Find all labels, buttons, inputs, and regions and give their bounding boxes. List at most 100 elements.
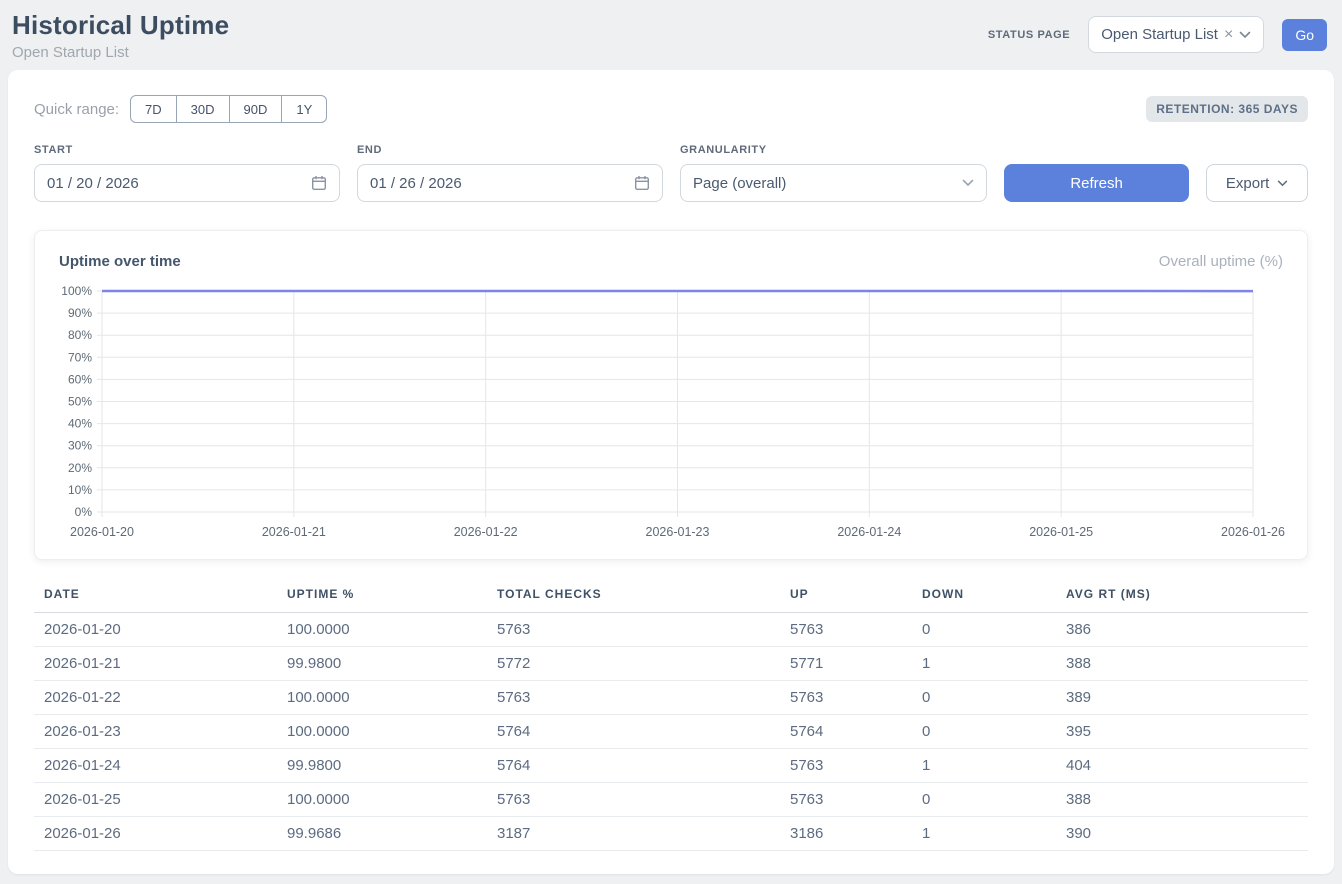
table-header: DATEUPTIME %TOTAL CHECKSUPDOWNAVG RT (MS… [34,583,1308,613]
quick-range-7d-button[interactable]: 7D [130,95,177,123]
start-date-input[interactable]: 01 / 20 / 2026 [34,164,340,202]
table-cell: 5763 [780,749,912,783]
table-cell: 5763 [780,783,912,817]
svg-text:2026-01-23: 2026-01-23 [646,525,710,539]
granularity-label: GRANULARITY [680,144,987,156]
svg-text:2026-01-22: 2026-01-22 [454,525,518,539]
end-date-value: 01 / 26 / 2026 [370,175,462,192]
table-cell: 5771 [780,647,912,681]
quick-range-1y-button[interactable]: 1Y [281,95,327,123]
export-button[interactable]: Export [1206,164,1308,202]
start-label: START [34,144,340,156]
granularity-value: Page (overall) [693,175,786,192]
table-cell: 3187 [487,817,780,851]
retention-badge: RETENTION: 365 DAYS [1146,96,1308,122]
table-row: 2026-01-2499.9800576457631404 [34,749,1308,783]
table-cell: 1 [912,817,1056,851]
table-cell: 2026-01-20 [34,613,277,647]
table-cell: 0 [912,715,1056,749]
table-cell: 5764 [487,715,780,749]
table-cell: 2026-01-26 [34,817,277,851]
status-page-value: Open Startup List [1101,26,1218,43]
quick-range-30d-button[interactable]: 30D [176,95,230,123]
calendar-icon[interactable] [311,175,327,191]
table-cell: 5763 [487,783,780,817]
table-cell: 5764 [780,715,912,749]
svg-text:2026-01-26: 2026-01-26 [1221,525,1285,539]
column-header: UPTIME % [277,583,487,613]
svg-text:50%: 50% [68,395,92,409]
table-cell: 404 [1056,749,1308,783]
table-cell: 388 [1056,783,1308,817]
clear-icon[interactable]: × [1224,27,1233,43]
svg-text:60%: 60% [68,372,92,386]
table-cell: 5763 [780,681,912,715]
quick-range-label: Quick range: [34,101,119,118]
chevron-down-icon [1277,180,1288,187]
chevron-down-icon [962,179,974,187]
table-cell: 386 [1056,613,1308,647]
page-title: Historical Uptime [12,10,229,41]
table-cell: 1 [912,749,1056,783]
quick-range-90d-button[interactable]: 90D [229,95,283,123]
table-cell: 388 [1056,647,1308,681]
svg-text:80%: 80% [68,328,92,342]
table-cell: 395 [1056,715,1308,749]
table-cell: 1 [912,647,1056,681]
table-cell: 99.9800 [277,647,487,681]
svg-text:100%: 100% [61,284,92,298]
start-date-field: START 01 / 20 / 2026 [34,144,340,202]
svg-text:20%: 20% [68,461,92,475]
table-row: 2026-01-23100.0000576457640395 [34,715,1308,749]
column-header: TOTAL CHECKS [487,583,780,613]
svg-text:30%: 30% [68,439,92,453]
end-date-input[interactable]: 01 / 26 / 2026 [357,164,663,202]
table-row: 2026-01-22100.0000576357630389 [34,681,1308,715]
page-header: Historical Uptime Open Startup List STAT… [0,0,1342,70]
column-header: UP [780,583,912,613]
title-block: Historical Uptime Open Startup List [12,10,229,61]
svg-text:0%: 0% [75,505,93,519]
table-cell: 100.0000 [277,715,487,749]
table-cell: 99.9800 [277,749,487,783]
table-cell: 5763 [780,613,912,647]
table-row: 2026-01-2699.9686318731861390 [34,817,1308,851]
filter-row: START 01 / 20 / 2026 END 01 / 26 / 2026 [34,144,1308,202]
calendar-icon[interactable] [634,175,650,191]
table-cell: 99.9686 [277,817,487,851]
refresh-button[interactable]: Refresh [1004,164,1189,202]
column-header: DATE [34,583,277,613]
table-cell: 390 [1056,817,1308,851]
table-cell: 0 [912,613,1056,647]
svg-text:2026-01-24: 2026-01-24 [837,525,901,539]
table-cell: 2026-01-23 [34,715,277,749]
chart-legend: Overall uptime (%) [1159,253,1283,270]
uptime-chart: 0%10%20%30%40%50%60%70%80%90%100%2026-01… [59,279,1285,547]
chart-title: Uptime over time [59,253,181,270]
quick-range-group: 7D30D90D1Y [130,95,327,123]
status-page-label: STATUS PAGE [988,29,1070,41]
svg-text:2026-01-25: 2026-01-25 [1029,525,1093,539]
header-right: STATUS PAGE Open Startup List × Go [988,16,1327,53]
table-cell: 389 [1056,681,1308,715]
column-header: DOWN [912,583,1056,613]
table-cell: 0 [912,783,1056,817]
table-cell: 2026-01-24 [34,749,277,783]
export-label: Export [1226,175,1269,192]
page-subtitle: Open Startup List [12,44,229,61]
svg-text:40%: 40% [68,417,92,431]
main-panel: Quick range: 7D30D90D1Y RETENTION: 365 D… [8,70,1334,874]
go-button[interactable]: Go [1282,19,1327,51]
chevron-down-icon [1239,31,1251,39]
column-header: AVG RT (MS) [1056,583,1308,613]
granularity-select[interactable]: Page (overall) [680,164,987,202]
table-cell: 100.0000 [277,681,487,715]
status-page-select[interactable]: Open Startup List × [1088,16,1264,53]
granularity-field: GRANULARITY Page (overall) [680,144,987,202]
chart-header: Uptime over time Overall uptime (%) [59,253,1283,270]
svg-text:2026-01-20: 2026-01-20 [70,525,134,539]
table-row: 2026-01-20100.0000576357630386 [34,613,1308,647]
svg-text:90%: 90% [68,306,92,320]
table-cell: 0 [912,681,1056,715]
chart-card: Uptime over time Overall uptime (%) 0% 10… [34,230,1308,560]
